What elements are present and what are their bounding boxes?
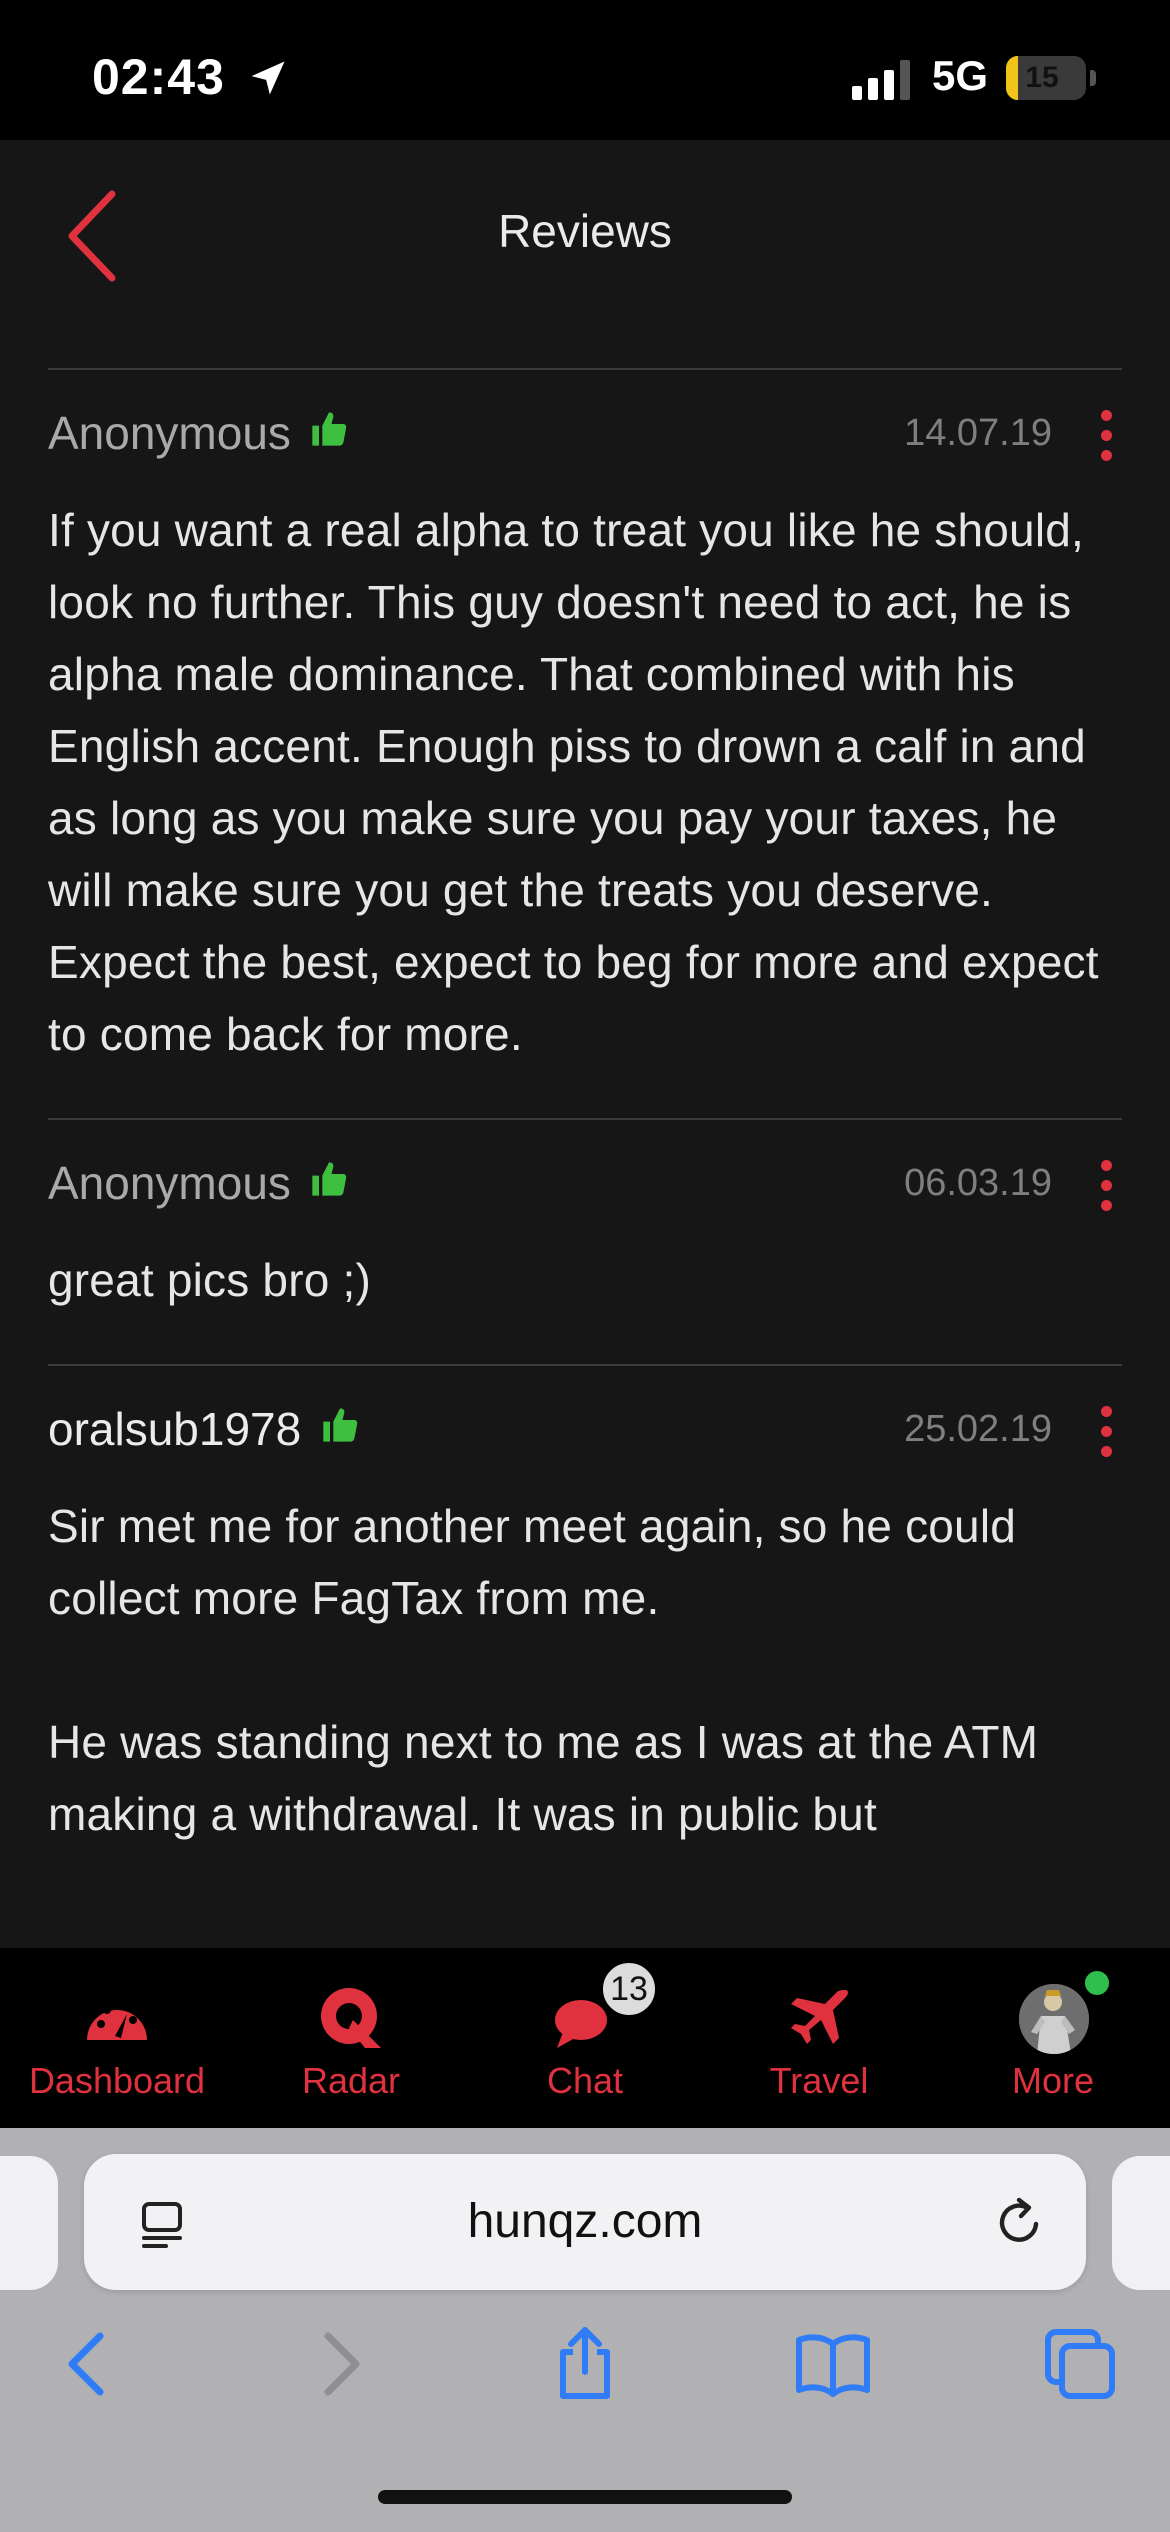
tab-label: Chat	[546, 2060, 624, 2101]
dot	[1101, 1160, 1112, 1171]
dot	[1101, 1200, 1112, 1211]
review-header: Anonymous 14.07.19	[48, 406, 1122, 466]
dot	[1101, 430, 1112, 441]
review-header: oralsub1978 25.02.19	[48, 1402, 1122, 1462]
page-title: Reviews	[498, 205, 672, 257]
share-icon[interactable]	[545, 2324, 625, 2404]
dot	[1101, 1180, 1112, 1191]
battery-percent: 15	[1025, 61, 1059, 94]
battery-indicator: 15	[1006, 56, 1086, 100]
browser-back-icon[interactable]	[48, 2324, 128, 2404]
reload-icon[interactable]	[992, 2194, 1048, 2250]
network-label: 5G	[932, 52, 989, 99]
thumbs-up-icon	[322, 1408, 357, 1442]
airplane-icon	[791, 1990, 848, 2044]
tab-label: Dashboard	[28, 2060, 206, 2101]
dot	[1101, 450, 1112, 461]
review-text: Sir met me for another meet again, so he…	[48, 1500, 1039, 1840]
tab-travel[interactable]: Travel	[702, 1948, 936, 2128]
location-arrow-icon	[251, 61, 285, 95]
review-date: 25.02.19	[904, 1408, 1052, 1450]
thumbs-up-icon	[312, 1162, 347, 1196]
dot	[1101, 1446, 1112, 1457]
review-text: great pics bro ;)	[48, 1254, 371, 1306]
tabs-overview-icon[interactable]	[1040, 2324, 1120, 2404]
url-text: hunqz.com	[467, 2195, 703, 2248]
tab-more[interactable]: More	[936, 1948, 1170, 2128]
app-header: Reviews	[0, 140, 1170, 368]
review-date: 14.07.19	[904, 412, 1052, 454]
reviews-list: Anonymous 14.07.19 If you want a real al…	[0, 368, 1170, 1948]
previous-tab-card[interactable]	[0, 2156, 58, 2290]
review-author[interactable]: Anonymous	[48, 1156, 291, 1210]
radar-icon	[321, 1988, 381, 2048]
review-header: Anonymous 06.03.19	[48, 1156, 1122, 1216]
review-item: oralsub1978 25.02.19 Sir met me for anot…	[48, 1364, 1122, 1898]
dashboard-gauge-icon	[87, 2002, 147, 2040]
review-text: If you want a real alpha to treat you li…	[48, 504, 1099, 1060]
tab-dashboard[interactable]: Dashboard	[0, 1948, 234, 2128]
browser-forward-icon[interactable]	[300, 2324, 380, 2404]
bookmarks-icon[interactable]	[793, 2324, 873, 2404]
status-time: 02:43	[92, 49, 225, 105]
review-author[interactable]: oralsub1978	[48, 1402, 301, 1456]
address-bar[interactable]: hunqz.com	[84, 2154, 1086, 2290]
avatar	[1019, 1984, 1089, 2054]
review-author[interactable]: Anonymous	[48, 406, 291, 460]
review-item: Anonymous 14.07.19 If you want a real al…	[48, 368, 1122, 1118]
dot	[1101, 410, 1112, 421]
review-options-button[interactable]	[1092, 406, 1122, 466]
thumbs-up-icon	[312, 412, 347, 446]
review-options-button[interactable]	[1092, 1156, 1122, 1216]
dot	[1101, 1406, 1112, 1417]
browser-toolbar: hunqz.com	[0, 2128, 1170, 2532]
tab-label: Travel	[769, 2060, 869, 2101]
review-options-button[interactable]	[1092, 1402, 1122, 1462]
avatar-figure-icon	[1019, 1984, 1089, 2054]
review-date: 06.03.19	[904, 1162, 1052, 1204]
review-item: Anonymous 06.03.19 great pics bro ;)	[48, 1118, 1122, 1364]
home-indicator	[378, 2490, 792, 2504]
tab-radar[interactable]: Radar	[234, 1948, 468, 2128]
dot	[1101, 1426, 1112, 1437]
battery-nub	[1090, 70, 1096, 86]
next-tab-card[interactable]	[1112, 2156, 1170, 2290]
tab-label: Radar	[301, 2060, 401, 2101]
tab-label: More	[1011, 2060, 1095, 2101]
chat-unread-badge: 13	[598, 1958, 660, 2020]
online-status-dot	[1082, 1968, 1112, 1998]
cellular-signal-icon	[852, 60, 910, 100]
bottom-tab-bar: Dashboard Radar 13 Chat Travel More	[0, 1948, 1170, 2128]
status-bar: 02:43 5G 15	[0, 0, 1170, 140]
tab-chat[interactable]: 13 Chat	[468, 1948, 702, 2128]
